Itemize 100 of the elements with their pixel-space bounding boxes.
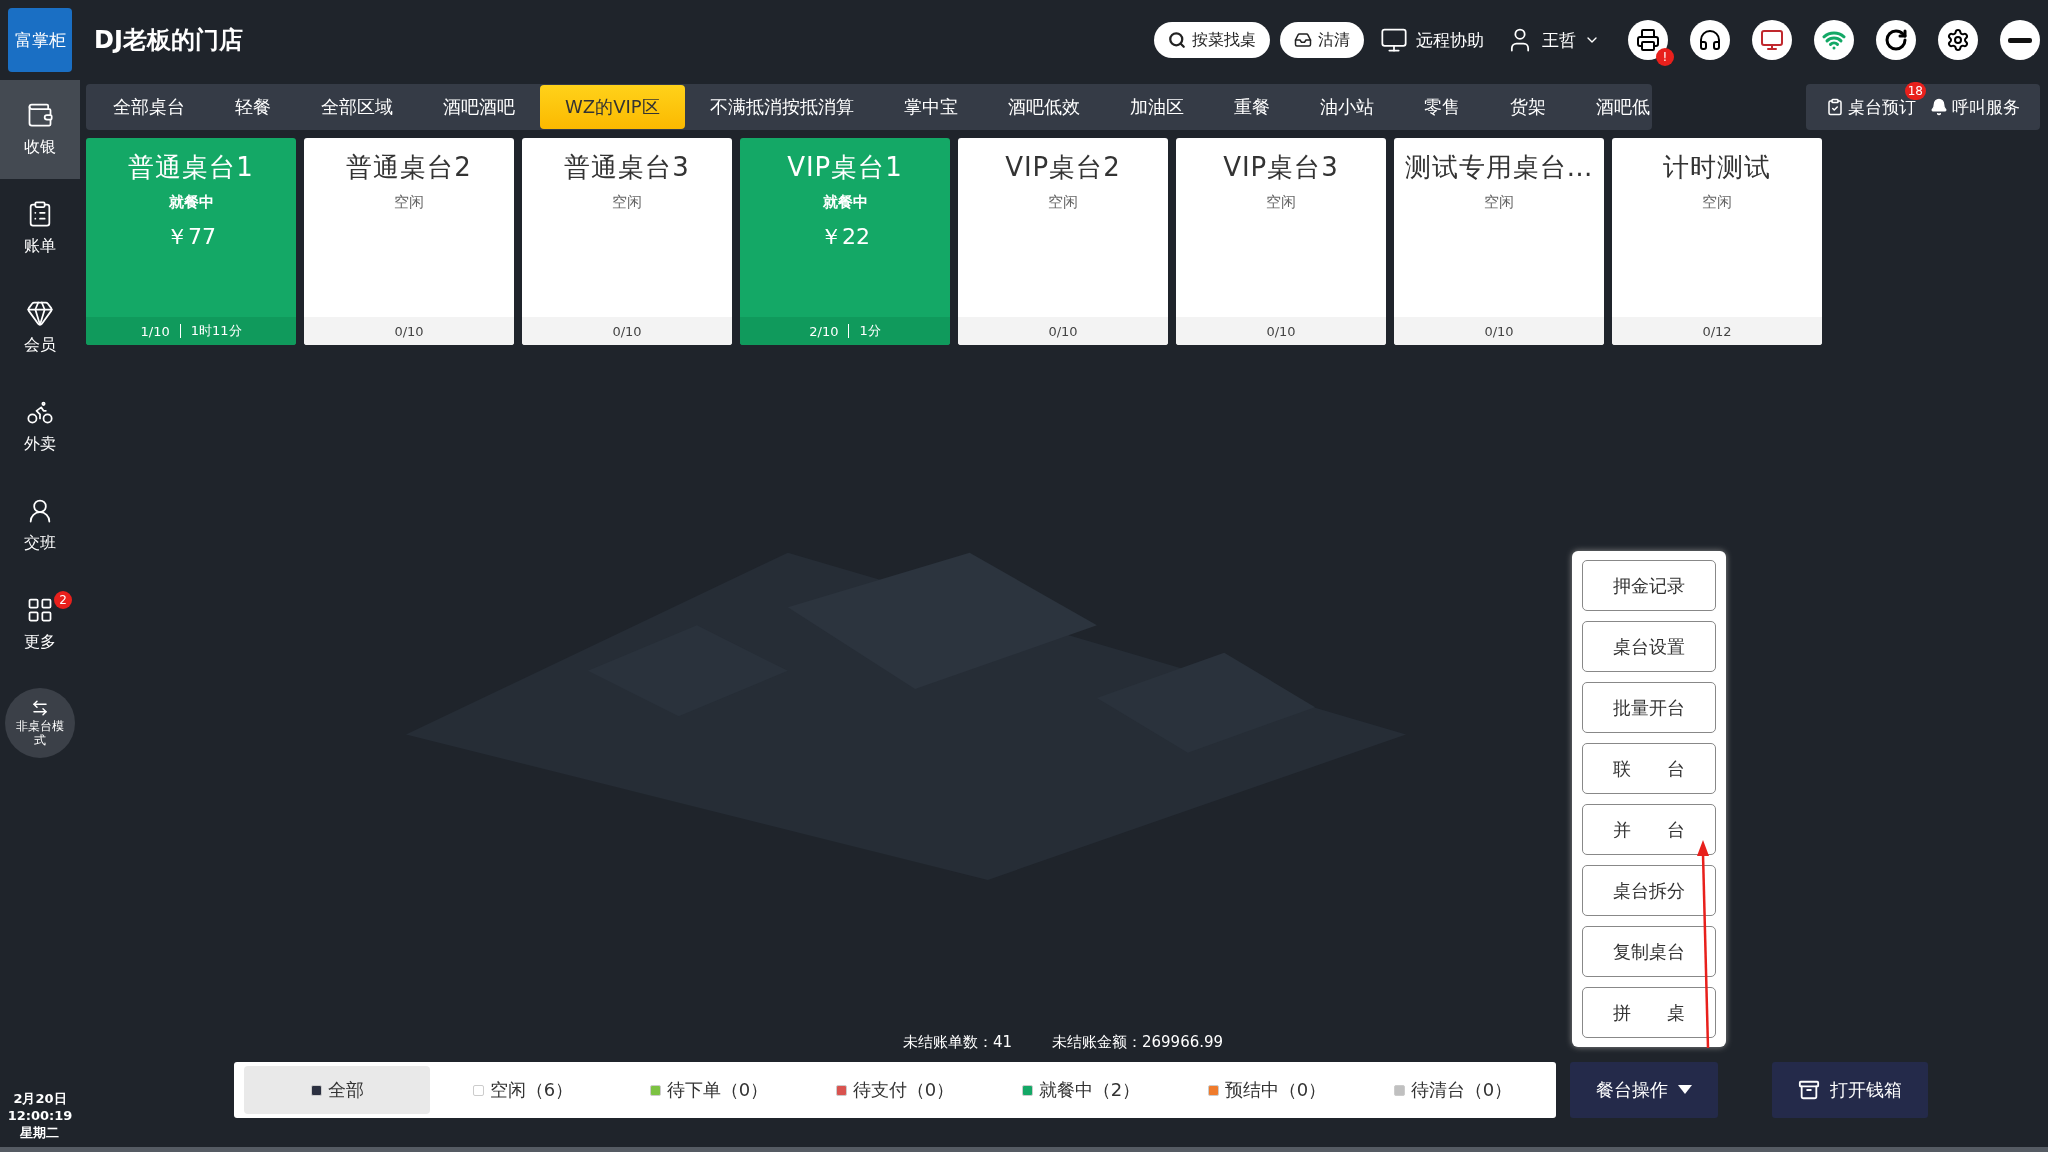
status-filter[interactable]: 就餐中（2） xyxy=(988,1066,1174,1114)
weekday: 星期二 xyxy=(20,1125,60,1142)
table-card[interactable]: VIP桌台3 空闲 0/10 xyxy=(1176,138,1386,345)
table-status: 就餐中 xyxy=(822,193,868,212)
wallet-icon xyxy=(26,101,54,129)
seat-count: 0/12 xyxy=(1702,323,1732,339)
area-tab[interactable]: 货架 xyxy=(1484,85,1571,129)
remote-assist-button[interactable]: 远程协助 xyxy=(1374,26,1490,54)
clock-time: 12:00:19 xyxy=(7,1108,73,1126)
mode-switch-button[interactable]: 非桌台模式 xyxy=(5,688,75,758)
status-filter[interactable]: 待清台（0） xyxy=(1360,1066,1546,1114)
status-filter[interactable]: 全部 xyxy=(244,1066,430,1114)
sidebar-item[interactable]: 账单 xyxy=(0,179,80,278)
swap-icon xyxy=(31,698,49,717)
headset-button[interactable] xyxy=(1690,20,1730,60)
settings-button[interactable] xyxy=(1938,20,1978,60)
menu-item[interactable]: 联 台 xyxy=(1582,743,1716,794)
area-tab[interactable]: 酒吧酒吧 xyxy=(418,85,540,129)
search-button[interactable]: 按菜找桌 xyxy=(1154,22,1270,58)
area-tab[interactable]: 酒吧低 xyxy=(1570,85,1652,129)
menu-item[interactable]: 押金记录 xyxy=(1582,560,1716,611)
seat-count: 1/10 xyxy=(140,323,170,339)
unsettled-amount: 未结账金额：269966.99 xyxy=(1052,1033,1224,1052)
area-tab[interactable]: 全部桌台 xyxy=(88,85,210,129)
sidebar-item[interactable]: 外卖 xyxy=(0,377,80,476)
sidebar-item[interactable]: 会员 xyxy=(0,278,80,377)
sidebar-item[interactable]: 收银 xyxy=(0,80,80,179)
area-tab[interactable]: 油小站 xyxy=(1294,85,1399,129)
date: 2月20日 xyxy=(13,1091,67,1109)
area-tab[interactable]: 不满抵消按抵消算 xyxy=(684,85,879,129)
table-card[interactable]: VIP桌台2 空闲 0/10 xyxy=(958,138,1168,345)
grid-icon xyxy=(26,596,54,624)
table-name: VIP桌台3 xyxy=(1223,151,1339,184)
screen-button[interactable] xyxy=(1752,20,1792,60)
clipboard-icon xyxy=(1826,98,1844,116)
area-tab[interactable]: 酒吧低效 xyxy=(982,85,1105,129)
table-name: VIP桌台1 xyxy=(787,151,903,184)
logo: 富掌柜 xyxy=(8,8,72,72)
menu-item[interactable]: 复制桌台 xyxy=(1582,926,1716,977)
menu-item[interactable]: 拼 桌 xyxy=(1582,987,1716,1038)
table-status: 空闲 xyxy=(1266,193,1296,212)
table-actions-button[interactable]: 餐台操作 xyxy=(1570,1062,1718,1118)
minus-icon xyxy=(2008,37,2032,43)
call-service-button[interactable]: 呼叫服务 xyxy=(1930,95,2020,119)
cash-drawer-button[interactable]: 打开钱箱 xyxy=(1772,1062,1928,1118)
area-tab[interactable]: WZ的VIP区 xyxy=(540,85,685,129)
table-card[interactable]: VIP桌台1 就餐中 ￥22 2/10 1分 xyxy=(740,138,950,345)
table-card[interactable]: 计时测试 空闲 0/12 xyxy=(1612,138,1822,345)
area-tab[interactable]: 全部区域 xyxy=(296,85,418,129)
sold-out-button[interactable]: 沽清 xyxy=(1280,22,1364,58)
gem-icon xyxy=(26,299,54,327)
caret-icon xyxy=(1678,1085,1692,1095)
search-icon xyxy=(1168,31,1186,49)
area-tab[interactable]: 掌中宝 xyxy=(878,85,983,129)
table-card[interactable]: 普通桌台1 就餐中 ￥77 1/10 1时11分 xyxy=(86,138,296,345)
printer-button[interactable] xyxy=(1628,20,1668,60)
user-menu[interactable]: 王哲 xyxy=(1500,26,1606,54)
status-filter[interactable]: 待支付（0） xyxy=(802,1066,988,1114)
alert-badge: ! xyxy=(1656,48,1674,66)
printer-icon xyxy=(1636,28,1660,52)
area-tab[interactable]: 零售 xyxy=(1398,85,1485,129)
refresh-icon xyxy=(1884,28,1908,52)
settings-icon xyxy=(1946,28,1970,52)
unsettled-count: 未结账单数：41 xyxy=(902,1033,1012,1052)
tray-icon xyxy=(1294,31,1312,49)
table-name: 普通桌台1 xyxy=(128,151,254,184)
sidebar-item[interactable]: 更多 2 xyxy=(0,575,80,674)
status-filter[interactable]: 空闲（6） xyxy=(430,1066,616,1114)
store-name: DJ老板的门店 xyxy=(94,25,244,56)
sidebar-item[interactable]: 交班 xyxy=(0,476,80,575)
area-tab[interactable]: 轻餐 xyxy=(210,85,296,129)
monitor-icon xyxy=(1760,28,1784,52)
table-status: 空闲 xyxy=(1048,193,1078,212)
dining-duration: 1分 xyxy=(859,322,881,340)
table-status: 空闲 xyxy=(612,193,642,212)
table-name: 测试专用桌台… xyxy=(1404,151,1594,184)
area-tab[interactable]: 重餐 xyxy=(1208,85,1295,129)
seat-count: 0/10 xyxy=(1266,323,1296,339)
menu-item[interactable]: 桌台设置 xyxy=(1582,621,1716,672)
area-tab[interactable]: 加油区 xyxy=(1104,85,1209,129)
menu-item[interactable]: 并 台 xyxy=(1582,804,1716,855)
table-card[interactable]: 普通桌台2 空闲 0/10 xyxy=(304,138,514,345)
count-badge: 18 xyxy=(1904,81,1926,100)
seat-count: 0/10 xyxy=(394,323,424,339)
menu-item[interactable]: 桌台拆分 xyxy=(1582,865,1716,916)
table-amount: ￥77 xyxy=(166,223,216,251)
seat-count: 2/10 xyxy=(809,323,839,339)
table-status: 空闲 xyxy=(1484,193,1514,212)
status-filter[interactable]: 预结中（0） xyxy=(1174,1066,1360,1114)
dining-duration: 1时11分 xyxy=(190,322,242,340)
headset-icon xyxy=(1698,28,1722,52)
minimize-button[interactable] xyxy=(2000,20,2040,60)
status-filter[interactable]: 待下单（0） xyxy=(616,1066,802,1114)
seat-count: 0/10 xyxy=(1048,323,1078,339)
table-card[interactable]: 测试专用桌台… 空闲 0/10 xyxy=(1394,138,1604,345)
table-status: 空闲 xyxy=(1702,193,1732,212)
table-card[interactable]: 普通桌台3 空闲 0/10 xyxy=(522,138,732,345)
wifi-button[interactable] xyxy=(1814,20,1854,60)
refresh-button[interactable] xyxy=(1876,20,1916,60)
menu-item[interactable]: 批量开台 xyxy=(1582,682,1716,733)
